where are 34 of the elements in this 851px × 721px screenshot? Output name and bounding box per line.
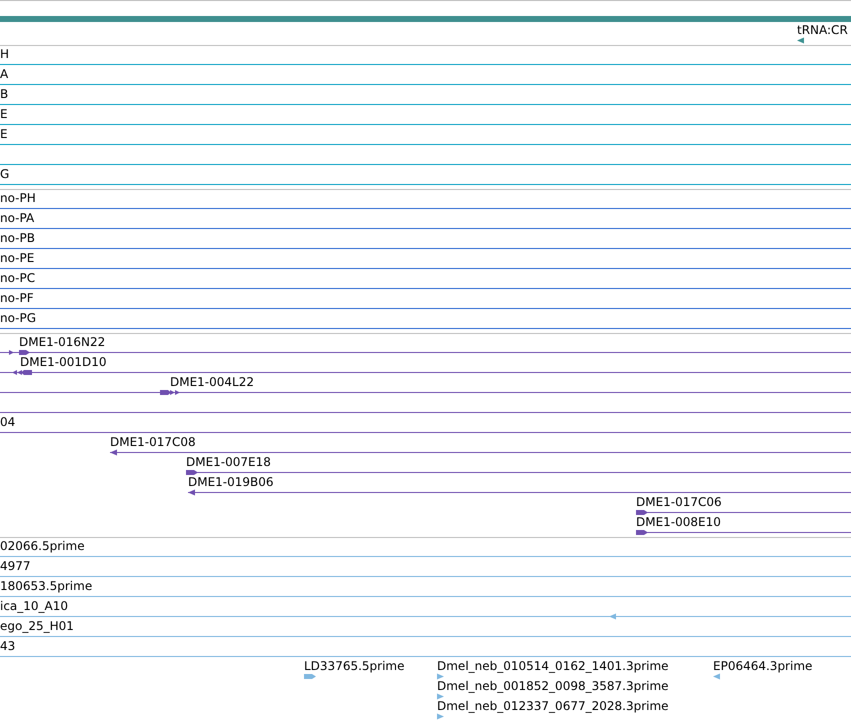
feature-label: 04 bbox=[0, 415, 16, 429]
feature-label: EP06464.3prime bbox=[713, 659, 812, 673]
feature-label: ica_10_A10 bbox=[0, 599, 68, 613]
feature-label: ego_25_H01 bbox=[0, 619, 74, 633]
feature-label: DME1-007E18 bbox=[186, 455, 271, 469]
feature-label: no-PE bbox=[0, 251, 34, 265]
feature-label: LD33765.5prime bbox=[304, 659, 405, 673]
feature-label: E bbox=[0, 107, 8, 121]
feature-label: tRNA:CR bbox=[797, 23, 848, 37]
feature-label: 180653.5prime bbox=[0, 579, 92, 593]
feature-label: Dmel_neb_012337_0677_2028.3prime bbox=[437, 699, 669, 713]
feature-label: E bbox=[0, 127, 8, 141]
feature-label: DME1-016N22 bbox=[19, 335, 106, 349]
feature-label: no-PF bbox=[0, 291, 34, 305]
feature-label: DME1-008E10 bbox=[636, 515, 721, 529]
feature-label: no-PC bbox=[0, 271, 36, 285]
feature-label: 43 bbox=[0, 639, 16, 653]
feature-label: G bbox=[0, 167, 10, 181]
feature-label: H bbox=[0, 47, 10, 61]
feature-label: DME1-001D10 bbox=[20, 355, 107, 369]
feature-label: DME1-017C06 bbox=[636, 495, 722, 509]
feature-label: DME1-004L22 bbox=[170, 375, 254, 389]
feature-label: no-PA bbox=[0, 211, 34, 225]
feature-label: 02066.5prime bbox=[0, 539, 85, 553]
feature-label: Dmel_neb_010514_0162_1401.3prime bbox=[437, 659, 669, 673]
feature-label: Dmel_neb_001852_0098_3587.3prime bbox=[437, 679, 669, 693]
feature-label: DME1-017C08 bbox=[110, 435, 196, 449]
feature-label: no-PB bbox=[0, 231, 35, 245]
feature-label: no-PG bbox=[0, 311, 36, 325]
feature-label: B bbox=[0, 87, 8, 101]
feature-label: A bbox=[0, 67, 8, 81]
feature-label: no-PH bbox=[0, 191, 36, 205]
feature-label: DME1-019B06 bbox=[188, 475, 274, 489]
feature-label: 4977 bbox=[0, 559, 31, 573]
